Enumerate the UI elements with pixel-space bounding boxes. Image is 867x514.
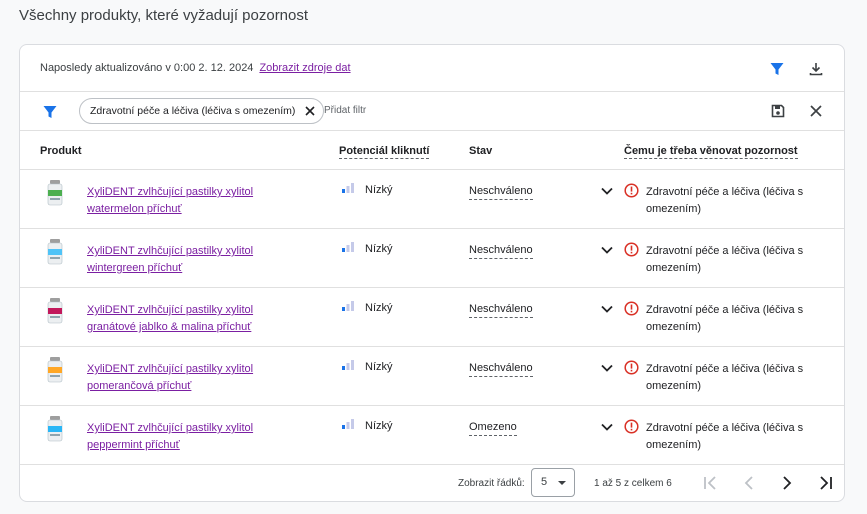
filter-icon bbox=[43, 106, 57, 118]
error-icon bbox=[624, 301, 639, 316]
click-potential-value: Nízký bbox=[365, 184, 393, 196]
table-row: XyliDENT zvlhčující pastilky xylitol pom… bbox=[20, 347, 844, 406]
table-row: XyliDENT zvlhčující pastilky xylitol wat… bbox=[20, 170, 844, 229]
table-row: XyliDENT zvlhčující pastilky xylitol win… bbox=[20, 229, 844, 288]
attention-issue: Zdravotní péče a léčiva (léčiva s omezen… bbox=[646, 422, 804, 451]
filter-chip-label: Zdravotní péče a léčiva (léčiva s omezen… bbox=[90, 105, 296, 117]
filter-bar: Zdravotní péče a léčiva (léčiva s omezen… bbox=[20, 92, 844, 131]
product-name-link[interactable]: XyliDENT zvlhčující pastilky xylitol pom… bbox=[87, 361, 287, 395]
prev-page-icon[interactable] bbox=[738, 472, 760, 494]
header-status[interactable]: Stav bbox=[469, 145, 492, 157]
rows-per-page-label: Zobrazit řádků: bbox=[458, 478, 525, 489]
chevron-down-icon[interactable] bbox=[599, 419, 615, 435]
error-icon bbox=[624, 183, 639, 198]
table-header: Produkt Potenciál kliknutí Stav Čemu je … bbox=[20, 132, 844, 170]
close-icon bbox=[810, 105, 822, 117]
first-page-icon[interactable] bbox=[699, 472, 721, 494]
product-thumbnail bbox=[47, 180, 63, 206]
filter-chip[interactable]: Zdravotní péče a léčiva (léčiva s omezen… bbox=[79, 98, 325, 124]
show-data-sources-link[interactable]: Zobrazit zdroje dat bbox=[259, 62, 350, 74]
save-filter-button[interactable] bbox=[766, 99, 790, 123]
filter-bar-button[interactable] bbox=[38, 100, 62, 124]
close-icon[interactable] bbox=[303, 104, 317, 118]
header-click-potential[interactable]: Potenciál kliknutí bbox=[339, 145, 430, 159]
click-potential-value: Nízký bbox=[365, 361, 393, 373]
table-footer: Zobrazit řádků: 5 1 až 5 z celkem 6 bbox=[20, 466, 844, 501]
product-thumbnail bbox=[47, 357, 63, 383]
product-thumbnail bbox=[47, 298, 63, 324]
product-thumbnail bbox=[47, 416, 63, 442]
clear-filters-button[interactable] bbox=[804, 99, 828, 123]
filter-icon bbox=[770, 63, 784, 75]
signal-low-icon bbox=[342, 419, 354, 429]
status-value[interactable]: Neschváleno bbox=[469, 185, 533, 200]
header-attention[interactable]: Čemu je třeba věnovat pozornost bbox=[624, 145, 798, 159]
status-value[interactable]: Omezeno bbox=[469, 421, 517, 436]
save-icon bbox=[771, 104, 785, 118]
pagination-range: 1 až 5 z celkem 6 bbox=[594, 478, 672, 489]
click-potential-value: Nízký bbox=[365, 302, 393, 314]
chevron-down-icon[interactable] bbox=[599, 360, 615, 376]
signal-low-icon bbox=[342, 183, 354, 193]
error-icon bbox=[624, 242, 639, 257]
signal-low-icon bbox=[342, 242, 354, 252]
status-value[interactable]: Neschváleno bbox=[469, 362, 533, 377]
chevron-down-icon[interactable] bbox=[599, 301, 615, 317]
filter-button[interactable] bbox=[765, 57, 789, 81]
header-product[interactable]: Produkt bbox=[40, 145, 82, 157]
product-name-link[interactable]: XyliDENT zvlhčující pastilky xylitol win… bbox=[87, 243, 287, 277]
last-page-icon[interactable] bbox=[815, 472, 837, 494]
rows-per-page-value: 5 bbox=[541, 476, 548, 488]
signal-low-icon bbox=[342, 301, 354, 311]
click-potential-value: Nízký bbox=[365, 420, 393, 432]
error-icon bbox=[624, 360, 639, 375]
download-icon bbox=[809, 63, 823, 76]
product-thumbnail bbox=[47, 239, 63, 265]
error-icon bbox=[624, 419, 639, 434]
click-potential-value: Nízký bbox=[365, 243, 393, 255]
next-page-icon[interactable] bbox=[776, 472, 798, 494]
card-topbar: Naposledy aktualizováno v 0:00 2. 12. 20… bbox=[20, 45, 844, 92]
table-row: XyliDENT zvlhčující pastilky xylitol gra… bbox=[20, 288, 844, 347]
download-button[interactable] bbox=[804, 57, 828, 81]
product-name-link[interactable]: XyliDENT zvlhčující pastilky xylitol pep… bbox=[87, 420, 287, 454]
last-updated-text: Naposledy aktualizováno v 0:00 2. 12. 20… bbox=[40, 62, 254, 74]
product-name-link[interactable]: XyliDENT zvlhčující pastilky xylitol wat… bbox=[87, 184, 287, 218]
chevron-down-icon[interactable] bbox=[599, 183, 615, 199]
chevron-down-icon[interactable] bbox=[599, 242, 615, 258]
product-name-link[interactable]: XyliDENT zvlhčující pastilky xylitol gra… bbox=[87, 302, 287, 336]
status-value[interactable]: Neschváleno bbox=[469, 303, 533, 318]
table-row: XyliDENT zvlhčující pastilky xylitol pep… bbox=[20, 406, 844, 465]
products-card: Naposledy aktualizováno v 0:00 2. 12. 20… bbox=[19, 44, 845, 502]
add-filter-link[interactable]: Přidat filtr bbox=[324, 105, 366, 116]
last-updated: Naposledy aktualizováno v 0:00 2. 12. 20… bbox=[40, 62, 351, 74]
status-value[interactable]: Neschváleno bbox=[469, 244, 533, 259]
signal-low-icon bbox=[342, 360, 354, 370]
attention-issue: Zdravotní péče a léčiva (léčiva s omezen… bbox=[646, 186, 804, 215]
page-title: Všechny produkty, které vyžadují pozorno… bbox=[19, 7, 309, 24]
chevron-down-icon bbox=[558, 481, 566, 485]
attention-issue: Zdravotní péče a léčiva (léčiva s omezen… bbox=[646, 363, 804, 392]
attention-issue: Zdravotní péče a léčiva (léčiva s omezen… bbox=[646, 304, 804, 333]
attention-issue: Zdravotní péče a léčiva (léčiva s omezen… bbox=[646, 245, 804, 274]
rows-per-page-select[interactable]: 5 bbox=[531, 468, 575, 497]
